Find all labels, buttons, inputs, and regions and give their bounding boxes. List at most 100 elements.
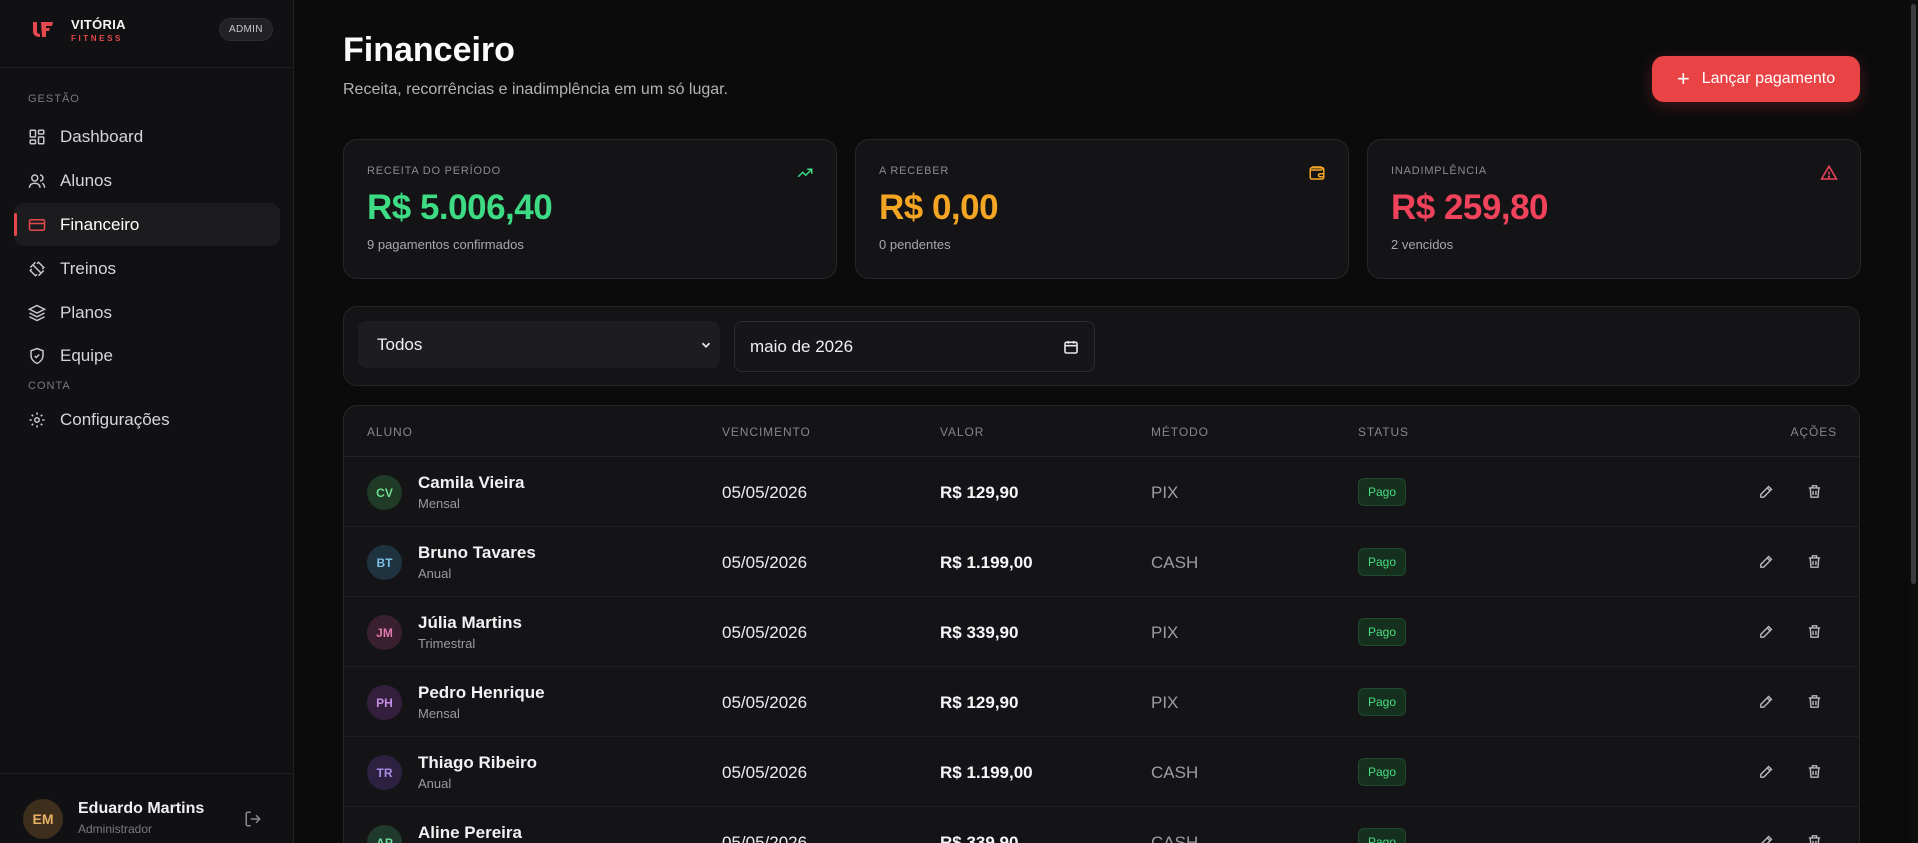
- status-badge: Pago: [1358, 478, 1407, 506]
- avatar[interactable]: EM: [23, 799, 63, 839]
- trending-up-icon: [796, 164, 814, 182]
- sidebar-item-alunos[interactable]: Alunos: [14, 159, 280, 202]
- table-row[interactable]: CV Camila Vieira Mensal 05/05/2026 R$ 12…: [344, 457, 1859, 527]
- due-date: 05/05/2026: [722, 693, 808, 712]
- layers-icon: [28, 304, 46, 322]
- table-row[interactable]: JM Júlia Martins Trimestral 05/05/2026 R…: [344, 597, 1859, 667]
- stat-value: R$ 5.006,40: [367, 188, 553, 227]
- alert-triangle-icon: [1820, 164, 1838, 182]
- payment-value: R$ 339,90: [940, 623, 1019, 642]
- status-badge: Pago: [1358, 688, 1407, 716]
- shield-icon: [28, 347, 46, 365]
- avatar: CV: [367, 475, 402, 510]
- table-row[interactable]: AP Aline Pereira 05/05/2026 R$ 339,90 CA…: [344, 807, 1859, 843]
- payment-value: R$ 1.199,00: [940, 553, 1033, 572]
- month-filter-value: maio de 2026: [750, 336, 854, 356]
- sidebar-item-label: Planos: [60, 302, 112, 322]
- trash-icon[interactable]: [1806, 483, 1824, 501]
- avatar: BT: [367, 545, 402, 580]
- sidebar-item-treinos[interactable]: Treinos: [14, 247, 280, 290]
- sidebar-item-label: Alunos: [60, 170, 112, 190]
- student-name: Aline Pereira: [418, 823, 522, 842]
- brand-name: VITÓRIA: [71, 17, 126, 32]
- status-badge: Pago: [1358, 618, 1407, 646]
- status-filter-select[interactable]: Todos: [358, 321, 720, 368]
- status-badge: Pago: [1358, 828, 1407, 843]
- trash-icon[interactable]: [1806, 763, 1824, 781]
- role-badge: ADMIN: [219, 18, 273, 41]
- payment-value: R$ 129,90: [940, 693, 1019, 712]
- table-row[interactable]: TR Thiago Ribeiro Anual 05/05/2026 R$ 1.…: [344, 737, 1859, 807]
- credit-card-icon: [28, 216, 46, 234]
- payment-method: CASH: [1151, 763, 1199, 782]
- stat-card-receivable: A RECEBER R$ 0,00 0 pendentes: [855, 139, 1349, 279]
- chevron-down-icon: [699, 338, 713, 352]
- column-header-status: STATUS: [1358, 425, 1409, 439]
- calendar-icon[interactable]: [1063, 339, 1079, 355]
- dashboard-icon: [28, 128, 46, 146]
- sidebar-item-planos[interactable]: Planos: [14, 291, 280, 334]
- month-filter-input[interactable]: maio de 2026: [734, 321, 1095, 372]
- column-header-vencimento: VENCIMENTO: [722, 425, 811, 439]
- trash-icon[interactable]: [1806, 623, 1824, 641]
- payment-value: R$ 339,90: [940, 833, 1019, 843]
- sidebar-item-equipe[interactable]: Equipe: [14, 334, 280, 377]
- stat-card-revenue: RECEITA DO PERÍODO R$ 5.006,40 9 pagamen…: [343, 139, 837, 279]
- edit-icon[interactable]: [1758, 693, 1776, 711]
- edit-icon[interactable]: [1758, 553, 1776, 571]
- avatar: TR: [367, 755, 402, 790]
- due-date: 05/05/2026: [722, 833, 808, 843]
- edit-icon[interactable]: [1758, 763, 1776, 781]
- payment-method: PIX: [1151, 693, 1179, 712]
- student-name: Pedro Henrique: [418, 683, 545, 702]
- sidebar-item-dashboard[interactable]: Dashboard: [14, 115, 280, 158]
- avatar: AP: [367, 825, 402, 843]
- stat-subtext: 0 pendentes: [879, 237, 951, 252]
- student-plan: Anual: [418, 566, 452, 581]
- column-header-valor: VALOR: [940, 425, 985, 439]
- user-profile: EM Eduardo Martins Administrador: [0, 773, 293, 843]
- section-label-gestao: GESTÃO: [28, 93, 80, 105]
- column-header-acoes: AÇÕES: [1790, 425, 1837, 439]
- brand-header: VITÓRIA FITNESS ADMIN: [0, 0, 293, 68]
- sidebar-item-label: Equipe: [60, 345, 113, 365]
- payment-method: CASH: [1151, 553, 1199, 572]
- student-name: Thiago Ribeiro: [418, 753, 537, 772]
- stat-subtext: 9 pagamentos confirmados: [367, 237, 524, 252]
- table-row[interactable]: BT Bruno Tavares Anual 05/05/2026 R$ 1.1…: [344, 527, 1859, 597]
- student-plan: Anual: [418, 776, 452, 791]
- due-date: 05/05/2026: [722, 553, 808, 572]
- app-root: VITÓRIA FITNESS ADMIN GESTÃO Dashboard A…: [0, 0, 1918, 843]
- sidebar-item-financeiro[interactable]: Financeiro: [14, 203, 280, 246]
- stat-label: A RECEBER: [879, 165, 950, 177]
- avatar: JM: [367, 615, 402, 650]
- payment-method: CASH: [1151, 833, 1199, 843]
- edit-icon[interactable]: [1758, 833, 1776, 843]
- trash-icon[interactable]: [1806, 693, 1824, 711]
- brand-subtitle: FITNESS: [71, 34, 123, 43]
- edit-icon[interactable]: [1758, 483, 1776, 501]
- table-row[interactable]: PH Pedro Henrique Mensal 05/05/2026 R$ 1…: [344, 667, 1859, 737]
- edit-icon[interactable]: [1758, 623, 1776, 641]
- trash-icon[interactable]: [1806, 833, 1824, 843]
- sidebar-item-label: Treinos: [60, 258, 117, 278]
- stat-card-delinquency: INADIMPLÊNCIA R$ 259,80 2 vencidos: [1367, 139, 1861, 279]
- sidebar-item-configuracoes[interactable]: Configurações: [14, 398, 280, 441]
- sidebar-item-label: Configurações: [60, 409, 170, 429]
- user-name: Eduardo Martins: [78, 800, 205, 817]
- trash-icon[interactable]: [1806, 553, 1824, 571]
- section-label-conta: CONTA: [28, 380, 71, 392]
- scrollbar-thumb[interactable]: [1911, 4, 1916, 584]
- logout-icon[interactable]: [244, 810, 264, 830]
- student-plan: Trimestral: [418, 636, 476, 651]
- due-date: 05/05/2026: [722, 763, 808, 782]
- due-date: 05/05/2026: [722, 623, 808, 642]
- status-badge: Pago: [1358, 548, 1407, 576]
- stat-subtext: 2 vencidos: [1391, 237, 1454, 252]
- sidebar-item-label: Financeiro: [60, 214, 140, 234]
- sidebar: VITÓRIA FITNESS ADMIN GESTÃO Dashboard A…: [0, 0, 294, 843]
- gear-icon: [28, 411, 46, 429]
- launch-payment-button[interactable]: + Lançar pagamento: [1652, 56, 1860, 102]
- sidebar-item-label: Dashboard: [60, 126, 144, 146]
- student-name: Camila Vieira: [418, 473, 525, 492]
